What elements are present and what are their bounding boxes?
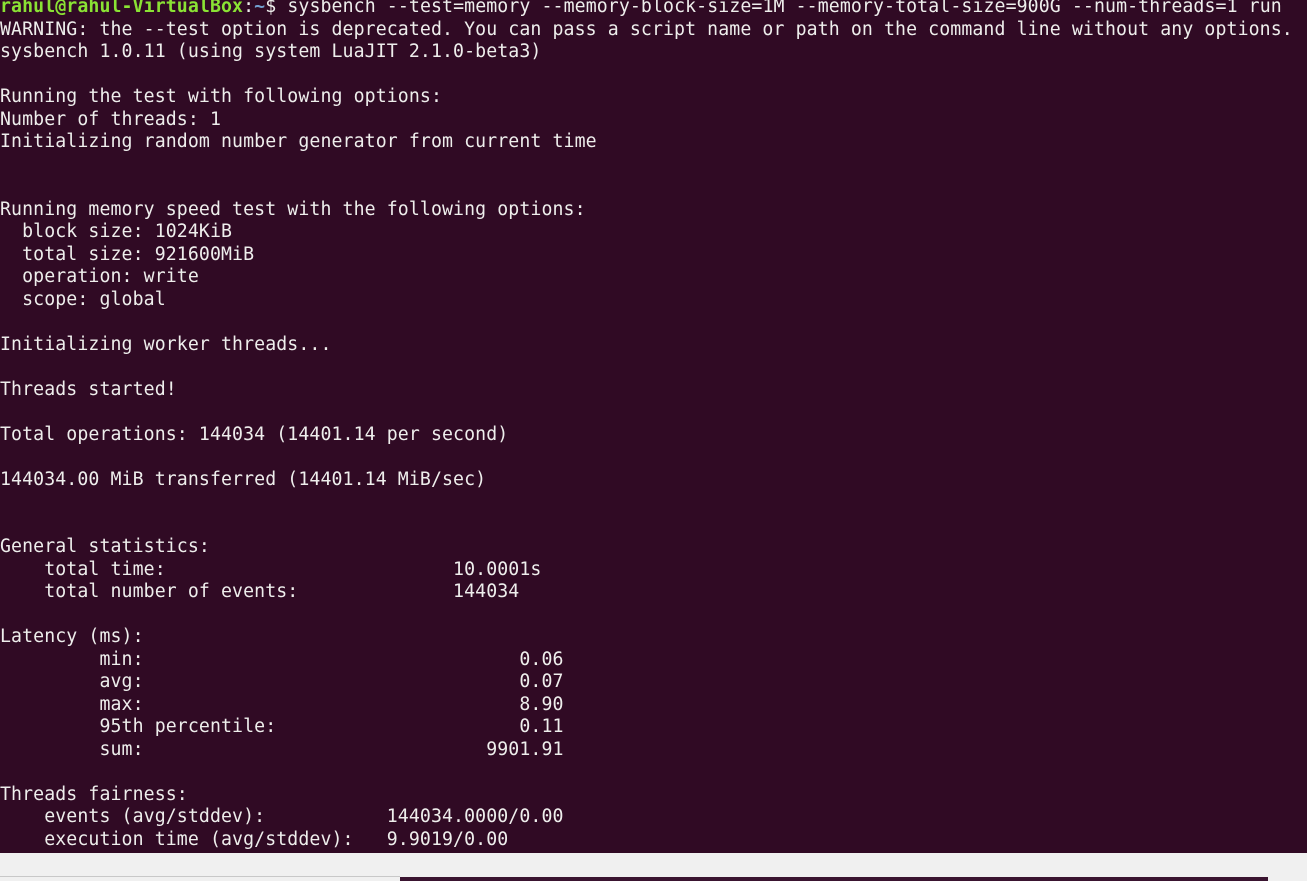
divider <box>0 876 400 877</box>
output-line: WARNING: the --test option is deprecated… <box>0 18 1293 40</box>
window-strip <box>400 877 1268 881</box>
output-line: events (avg/stddev): 144034.0000/0.00 <box>0 806 564 827</box>
output-line: avg: 0.07 <box>0 671 564 692</box>
output-line: scope: global <box>0 288 166 310</box>
output-line: sum: 9901.91 <box>0 738 564 760</box>
output-line: Number of threads: 1 <box>0 108 221 130</box>
prompt-symbol: $ <box>265 0 288 17</box>
output-line: 144034.00 MiB transferred (14401.14 MiB/… <box>0 468 487 490</box>
output-line: total time: 10.0001s <box>0 558 542 580</box>
output-line: Total operations: 144034 (14401.14 per s… <box>0 423 509 445</box>
output-line: Initializing random number generator fro… <box>0 131 597 152</box>
output-line: Running memory speed test with the follo… <box>0 198 586 220</box>
prompt-user-host: rahul@rahul-VirtualBox <box>0 0 244 17</box>
output-line: Running the test with following options: <box>0 86 442 107</box>
prompt-separator: : <box>243 0 255 17</box>
prompt-line: rahul@rahul-VirtualBox:~$ sysbench --tes… <box>0 0 1293 19</box>
output-line: min: 0.06 <box>0 648 564 670</box>
terminal-window[interactable]: rahul@rahul-VirtualBox:~$ sysbench --tes… <box>0 0 1307 853</box>
output-line: sysbench 1.0.11 (using system LuaJIT 2.1… <box>0 41 542 62</box>
output-line: operation: write <box>0 266 199 287</box>
prompt-command: sysbench --test=memory --memory-block-si… <box>287 0 1282 17</box>
output-line: General statistics: <box>0 536 210 557</box>
output-line: total size: 921600MiB <box>0 243 255 265</box>
output-line: max: 8.90 <box>0 693 564 715</box>
output-line: execution time (avg/stddev): 9.9019/0.00 <box>0 828 509 850</box>
output-line: 95th percentile: 0.11 <box>0 716 564 737</box>
output-line: Threads fairness: <box>0 783 188 805</box>
terminal-output: rahul@rahul-VirtualBox:~$ sysbench --tes… <box>0 0 1293 851</box>
output-line: total number of events: 144034 <box>0 581 520 602</box>
output-line: Threads started! <box>0 378 177 400</box>
output-line: block size: 1024KiB <box>0 221 233 242</box>
output-line: Latency (ms): <box>0 626 144 647</box>
prompt-path: ~ <box>254 0 266 17</box>
output-line: Initializing worker threads... <box>0 333 332 355</box>
desktop-bottom-area <box>0 853 1307 881</box>
